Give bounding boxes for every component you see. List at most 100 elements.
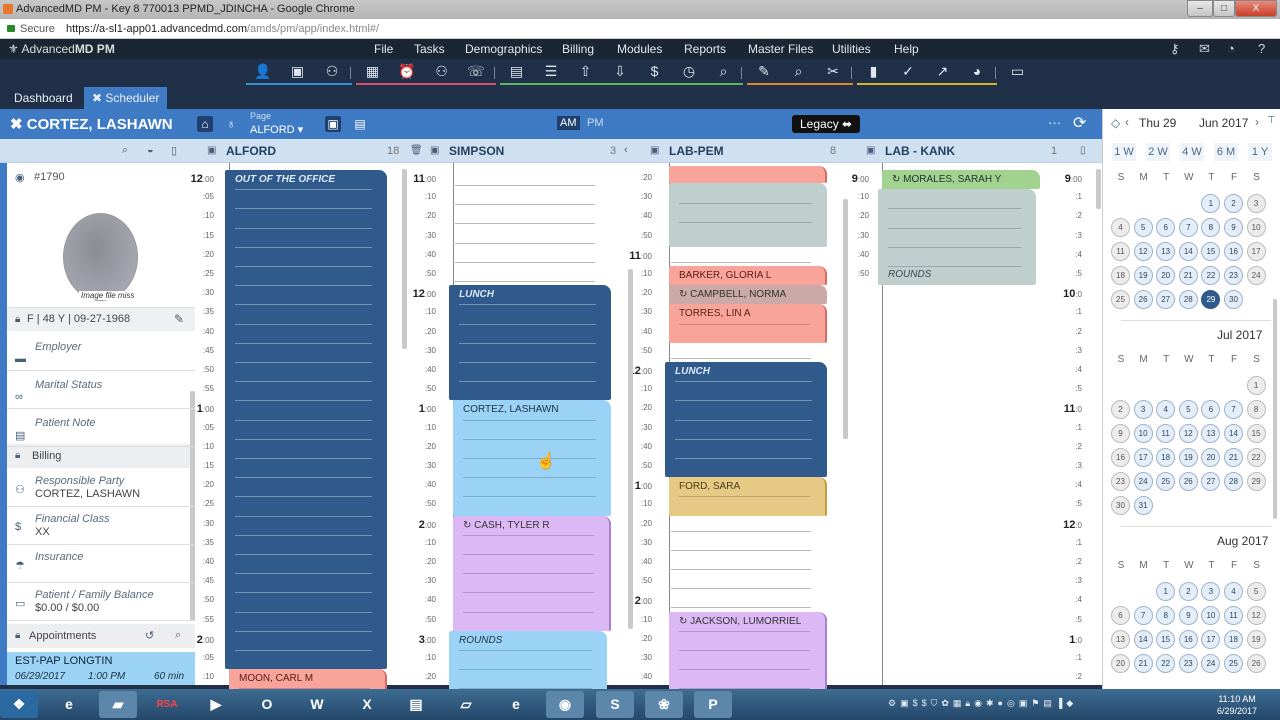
menu-file[interactable]: File: [374, 42, 393, 56]
calendar-day[interactable]: 19: [1133, 266, 1153, 285]
day-view-button[interactable]: ▣: [325, 116, 341, 132]
legacy-button[interactable]: Legacy ⬌: [792, 115, 861, 133]
settings-icon[interactable]: ❀: [645, 691, 683, 718]
calendar-day[interactable]: 25: [1224, 654, 1243, 673]
calendar-day[interactable]: 3: [1201, 582, 1221, 601]
calendar-day[interactable]: 21: [1133, 654, 1153, 673]
history-icon[interactable]: ↺: [145, 629, 154, 642]
media-icon[interactable]: ▶: [197, 691, 235, 718]
ie-icon[interactable]: e: [50, 691, 88, 718]
calendar-day[interactable]: 14: [1133, 630, 1153, 649]
calendar-day[interactable]: 5: [1178, 400, 1198, 419]
calendar-day[interactable]: 22: [1246, 448, 1266, 467]
calendar-day[interactable]: 20: [1111, 654, 1130, 673]
column-scrollbar[interactable]: [843, 199, 848, 439]
pin-icon[interactable]: ⊤: [1267, 115, 1276, 126]
calendar-day[interactable]: 24: [1201, 654, 1221, 673]
calendar-day[interactable]: 30: [1111, 496, 1130, 515]
list-view-button[interactable]: ▤: [352, 116, 368, 132]
prev-day-button[interactable]: ‹: [1125, 115, 1129, 129]
ehr-icon[interactable]: ▭: [1007, 63, 1029, 81]
calendar-day[interactable]: 3: [1133, 400, 1153, 419]
calendar-day[interactable]: 26: [1246, 654, 1266, 673]
calendar-day[interactable]: 18: [1224, 630, 1243, 649]
calendar-day[interactable]: 11: [1156, 424, 1176, 443]
chart-icon[interactable]: ▮: [863, 63, 885, 81]
chart-check-icon[interactable]: ✓: [897, 63, 919, 81]
calendar-day[interactable]: 23: [1111, 472, 1130, 491]
calendar-day[interactable]: 7: [1224, 400, 1243, 419]
appointment-rounds[interactable]: ROUNDS: [878, 189, 1036, 286]
powerpoint-icon[interactable]: P: [694, 691, 732, 718]
column-toggle-icon[interactable]: ▯: [1080, 145, 1086, 156]
calendar-day[interactable]: 5: [1246, 582, 1266, 601]
calendar-day[interactable]: 1: [1246, 376, 1266, 395]
calendar-day[interactable]: 13: [1156, 242, 1176, 261]
contrast-icon[interactable]: ◒: [147, 144, 154, 156]
calendar-day[interactable]: 4: [1156, 400, 1176, 419]
calendar-day[interactable]: 4: [1224, 582, 1243, 601]
tab-dashboard[interactable]: Dashboard: [6, 87, 81, 109]
stethoscope-icon[interactable]: ♁: [223, 116, 239, 132]
menu-reports[interactable]: Reports: [684, 42, 726, 56]
calendar-day[interactable]: 16: [1224, 242, 1243, 261]
calendar-day[interactable]: 29: [1246, 472, 1266, 491]
maximize-button[interactable]: □: [1213, 0, 1235, 17]
calendar-day[interactable]: 7: [1133, 606, 1153, 625]
calendar-day[interactable]: 24: [1246, 266, 1266, 285]
range-button-2w[interactable]: 2 W: [1146, 143, 1170, 161]
calendar-day[interactable]: 23: [1224, 266, 1243, 285]
menu-help[interactable]: Help: [894, 42, 919, 56]
chart-pie-icon[interactable]: ◕: [966, 63, 988, 81]
calendar-day[interactable]: 11: [1111, 242, 1130, 261]
url-field[interactable]: https://a-sl1-app01.advancedmd.com/amds/…: [66, 23, 379, 35]
upload-icon[interactable]: ⇧: [575, 63, 597, 81]
calendar-day[interactable]: 23: [1178, 654, 1198, 673]
rsa-icon[interactable]: RSA: [148, 691, 186, 718]
range-button-6m[interactable]: 6 M: [1214, 143, 1238, 161]
appointment-barker-gloria-l[interactable]: BARKER, GLORIA L: [669, 266, 827, 286]
calendar-day[interactable]: 11: [1224, 606, 1243, 625]
home-button[interactable]: ⌂: [197, 116, 213, 132]
notepad-icon[interactable]: ▤: [397, 691, 435, 718]
explorer-icon[interactable]: ▰: [99, 691, 137, 718]
calendar-day[interactable]: 7: [1178, 218, 1198, 237]
column-toggle-icon[interactable]: ▣: [430, 145, 439, 156]
columns-icon[interactable]: ▯: [171, 144, 177, 157]
calendar-day[interactable]: 15: [1156, 630, 1176, 649]
calendar-day[interactable]: 4: [1111, 218, 1130, 237]
trash-icon[interactable]: 🗑︎: [410, 145, 423, 156]
menu-tasks[interactable]: Tasks: [414, 42, 445, 56]
appointment-lunch[interactable]: LUNCH: [449, 285, 611, 401]
calendar-day[interactable]: 5: [1133, 218, 1153, 237]
system-tray-icons[interactable]: ⚙▣$$⛉✿▦🔒︎◉✱●◎▣⚑▤▐◆: [888, 698, 1077, 709]
calendar-day[interactable]: 8: [1246, 400, 1266, 419]
calendar-day[interactable]: 10: [1133, 424, 1153, 443]
calendar-day[interactable]: 16: [1178, 630, 1198, 649]
calendar-day[interactable]: 14: [1178, 242, 1198, 261]
column-scrollbar[interactable]: [628, 269, 633, 629]
calendar-day[interactable]: 10: [1201, 606, 1221, 625]
calendar-day[interactable]: 10: [1246, 218, 1266, 237]
appointment-cash-tyler-r[interactable]: ↻ CASH, TYLER R: [453, 515, 611, 631]
start-button[interactable]: ❖: [0, 691, 38, 718]
scheduler-icon[interactable]: ▦: [362, 63, 384, 81]
menu-demographics[interactable]: Demographics: [465, 42, 542, 56]
charge-icon[interactable]: ▤: [506, 63, 528, 81]
collapse-column-icon[interactable]: ‹: [624, 144, 628, 156]
calendar-day[interactable]: 20: [1156, 266, 1176, 285]
menu-utilities[interactable]: Utilities: [832, 42, 871, 56]
calendar-day[interactable]: 12: [1246, 606, 1266, 625]
calendar-day[interactable]: 8: [1156, 606, 1176, 625]
calendar-day[interactable]: 12: [1178, 424, 1198, 443]
appointment-out-of-the-office[interactable]: OUT OF THE OFFICE: [225, 170, 387, 670]
calendar-day[interactable]: 22: [1156, 654, 1176, 673]
calendar-scrollbar[interactable]: [1273, 299, 1277, 519]
am-toggle[interactable]: AM: [557, 116, 580, 130]
appointments-section-header[interactable]: 🔒︎ Appointments ↺ ⌕: [7, 624, 195, 648]
calendar-day[interactable]: 15: [1201, 242, 1221, 261]
pm-toggle[interactable]: PM: [587, 117, 604, 129]
excel-icon[interactable]: X: [348, 691, 386, 718]
calendar-day[interactable]: 24: [1133, 472, 1153, 491]
calendar-day[interactable]: 19: [1246, 630, 1266, 649]
